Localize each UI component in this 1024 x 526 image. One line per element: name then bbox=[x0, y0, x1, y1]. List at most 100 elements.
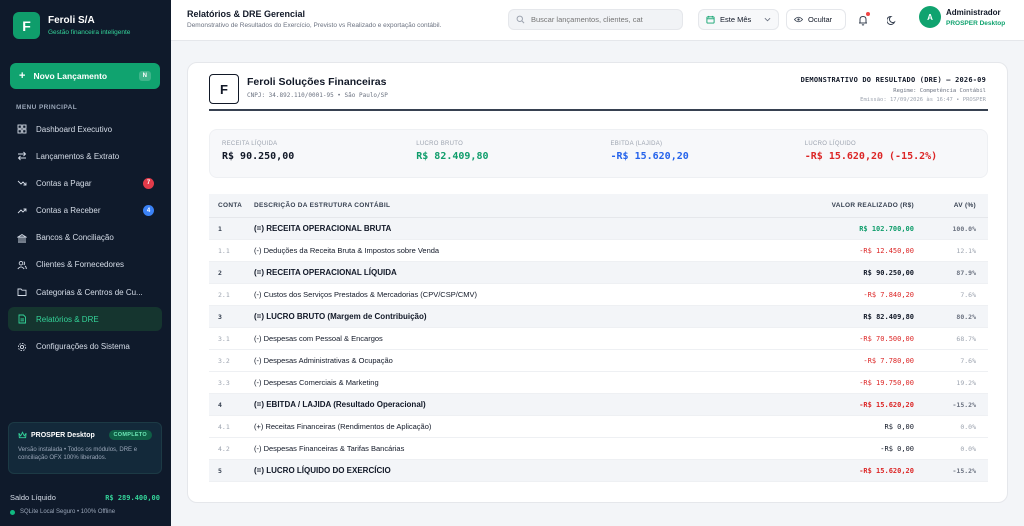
account-value: -R$ 12.450,00 bbox=[859, 246, 914, 255]
kpi-value: R$ 90.250,00 bbox=[222, 151, 295, 162]
balance-label: Saldo Líquido bbox=[10, 493, 56, 502]
page-title: Relatórios & DRE Gerencial bbox=[187, 9, 306, 19]
search-box[interactable] bbox=[508, 9, 683, 30]
period-select[interactable]: Este Mês bbox=[698, 9, 779, 30]
account-code: 4.1 bbox=[218, 422, 230, 431]
promo-title: PROSPER Desktop bbox=[31, 431, 95, 439]
crown-icon bbox=[18, 431, 27, 439]
notifications-button[interactable] bbox=[855, 12, 871, 28]
account-description: (=) LUCRO BRUTO (Margem de Contribuição) bbox=[254, 312, 427, 321]
account-code: 3.2 bbox=[218, 356, 230, 365]
table-row[interactable]: 2 (=) RECEITA OPERACIONAL LÍQUIDA R$ 90.25… bbox=[209, 262, 988, 284]
account-av: 0.0% bbox=[960, 444, 976, 453]
brand-logo: F bbox=[13, 12, 40, 39]
account-description: (=) EBITDA / LAJIDA (Resultado Operacion… bbox=[254, 400, 426, 409]
table-row[interactable]: 3.2 (-) Despesas Administrativas & Ocupaç… bbox=[209, 350, 988, 372]
sidebar-item[interactable]: Dashboard Executivo bbox=[8, 117, 162, 141]
account-av: 80.2% bbox=[956, 312, 976, 321]
table-body: 1 (=) RECEITA OPERACIONAL BRUTA R$ 102.700… bbox=[209, 218, 988, 482]
folder-icon bbox=[16, 286, 28, 298]
table-row[interactable]: 4.2 (-) Despesas Financeiras & Tarifas Ba… bbox=[209, 438, 988, 460]
dashboard-icon bbox=[16, 123, 28, 135]
promo-description: Versão instalada • Todos os módulos, DRE… bbox=[18, 447, 138, 461]
new-entry-label: Novo Lançamento bbox=[33, 71, 108, 81]
kpi-label: RECEITA LÍQUIDA bbox=[222, 141, 278, 147]
table-row[interactable]: 1 (=) RECEITA OPERACIONAL BRUTA R$ 102.700… bbox=[209, 218, 988, 240]
account-av: 100.0% bbox=[952, 224, 976, 233]
sidebar-item-label: Bancos & Conciliação bbox=[36, 233, 114, 243]
report-title: DEMONSTRATIVO DO RESULTADO (DRE) — 2026-… bbox=[800, 76, 986, 84]
kpi-value: R$ 82.409,80 bbox=[416, 151, 489, 162]
table-header: CONTA DESCRIÇÃO DA ESTRUTURA CONTÁBIL VA… bbox=[209, 194, 988, 218]
users-icon bbox=[16, 259, 28, 271]
menu-title: MENU PRINCIPAL bbox=[16, 104, 78, 111]
promo-card: PROSPER Desktop COMPLETO Versão instalad… bbox=[8, 422, 162, 474]
account-av: 7.6% bbox=[960, 356, 976, 365]
theme-toggle[interactable] bbox=[884, 12, 900, 28]
sidebar-item-label: Lançamentos & Extrato bbox=[36, 151, 120, 161]
sidebar-item[interactable]: Relatórios & DRE bbox=[8, 307, 162, 332]
table-row[interactable]: 4.1 (+) Receitas Financeiras (Rendimentos… bbox=[209, 416, 988, 438]
table-row[interactable]: 3 (=) LUCRO BRUTO (Margem de Contribuição… bbox=[209, 306, 988, 328]
account-description: (+) Receitas Financeiras (Rendimentos de… bbox=[254, 422, 432, 431]
account-value: -R$ 7.840,20 bbox=[863, 290, 914, 299]
sidebar-item[interactable]: Contas a Pagar 7 bbox=[8, 171, 162, 195]
sidebar-item[interactable]: Categorias & Centros de Cu... bbox=[8, 280, 162, 304]
sidebar-item-label: Clientes & Fornecedores bbox=[36, 260, 125, 270]
account-code: 3.3 bbox=[218, 378, 230, 387]
trend-down-icon bbox=[16, 177, 28, 189]
table-row[interactable]: 3.3 (-) Despesas Comerciais & Marketing -R… bbox=[209, 372, 988, 394]
brand[interactable]: F Feroli S/A Gestão financeira inteligen… bbox=[13, 12, 130, 39]
brand-name: Feroli S/A bbox=[48, 15, 95, 26]
sidebar-item[interactable]: Bancos & Conciliação bbox=[8, 226, 162, 250]
table-row[interactable]: 1.1 (-) Deduções da Receita Bruta & Impos… bbox=[209, 240, 988, 262]
kpi-label: LUCRO BRUTO bbox=[416, 141, 464, 147]
kpi-card: LUCRO BRUTO R$ 82.409,80 bbox=[404, 130, 598, 177]
account-description: (-) Despesas Financeiras & Tarifas Bancá… bbox=[254, 444, 405, 453]
account-value: -R$ 19.750,00 bbox=[859, 378, 914, 387]
table-row[interactable]: 2.1 (-) Custos dos Serviços Prestados & M… bbox=[209, 284, 988, 306]
sidebar-item-label: Relatórios & DRE bbox=[36, 314, 99, 324]
user-name: Administrador bbox=[946, 7, 1001, 17]
db-status-label: SQLite Local Seguro • 100% Offline bbox=[20, 509, 116, 515]
sidebar-item-label: Dashboard Executivo bbox=[36, 124, 113, 134]
account-code: 1.1 bbox=[218, 246, 230, 255]
transfer-icon bbox=[16, 150, 28, 162]
kpi-label: EBITDA (LAJIDA) bbox=[610, 141, 663, 147]
period-value: Este Mês bbox=[720, 15, 752, 24]
header-value: VALOR REALIZADO (R$) bbox=[831, 202, 914, 209]
account-av: 12.1% bbox=[956, 246, 976, 255]
sidebar-item[interactable]: Contas a Receber 4 bbox=[8, 199, 162, 223]
account-av: 68.7% bbox=[956, 334, 976, 343]
avatar: A bbox=[919, 6, 941, 28]
kpi-summary: RECEITA LÍQUIDA R$ 90.250,00 LUCRO BRUTO R$… bbox=[209, 129, 988, 178]
account-code: 3.1 bbox=[218, 334, 230, 343]
count-badge: 4 bbox=[143, 205, 154, 217]
account-description: (=) RECEITA OPERACIONAL BRUTA bbox=[254, 224, 392, 233]
kpi-value: -R$ 15.620,20 bbox=[610, 151, 689, 162]
main-menu: Dashboard Executivo Lançamentos & Extrato… bbox=[8, 117, 162, 362]
hide-values-button[interactable]: Ocultar bbox=[786, 9, 846, 30]
account-code: 4 bbox=[218, 400, 222, 409]
account-code: 5 bbox=[218, 466, 222, 475]
account-av: 0.0% bbox=[960, 422, 976, 431]
sidebar-item[interactable]: Lançamentos & Extrato bbox=[8, 144, 162, 168]
account-description: (-) Despesas Administrativas & Ocupação bbox=[254, 356, 393, 365]
promo-tag: COMPLETO bbox=[108, 430, 152, 440]
calendar-icon bbox=[706, 15, 715, 24]
account-value: R$ 0,00 bbox=[884, 422, 914, 431]
table-row[interactable]: 4 (=) EBITDA / LAJIDA (Resultado Operacio… bbox=[209, 394, 988, 416]
account-value: -R$ 7.780,00 bbox=[863, 356, 914, 365]
hide-values-label: Ocultar bbox=[808, 15, 833, 24]
search-icon bbox=[516, 15, 525, 24]
gear-icon bbox=[16, 341, 28, 353]
report-regime: Regime: Competência Contábil bbox=[893, 88, 986, 94]
table-row[interactable]: 3.1 (-) Despesas com Pessoal & Encargos -R… bbox=[209, 328, 988, 350]
account-value: -R$ 0,00 bbox=[880, 444, 914, 453]
search-input[interactable] bbox=[531, 15, 671, 24]
sidebar-item[interactable]: Configurações do Sistema bbox=[8, 335, 162, 359]
user-menu[interactable]: A Administrador PROSPER Desktop bbox=[919, 6, 1005, 28]
table-row[interactable]: 5 (=) LUCRO LÍQUIDO DO EXERCÍCIO -R$ 15.62… bbox=[209, 460, 988, 482]
new-entry-button[interactable]: + Novo Lançamento N bbox=[10, 63, 160, 89]
sidebar-item[interactable]: Clientes & Fornecedores bbox=[8, 253, 162, 277]
